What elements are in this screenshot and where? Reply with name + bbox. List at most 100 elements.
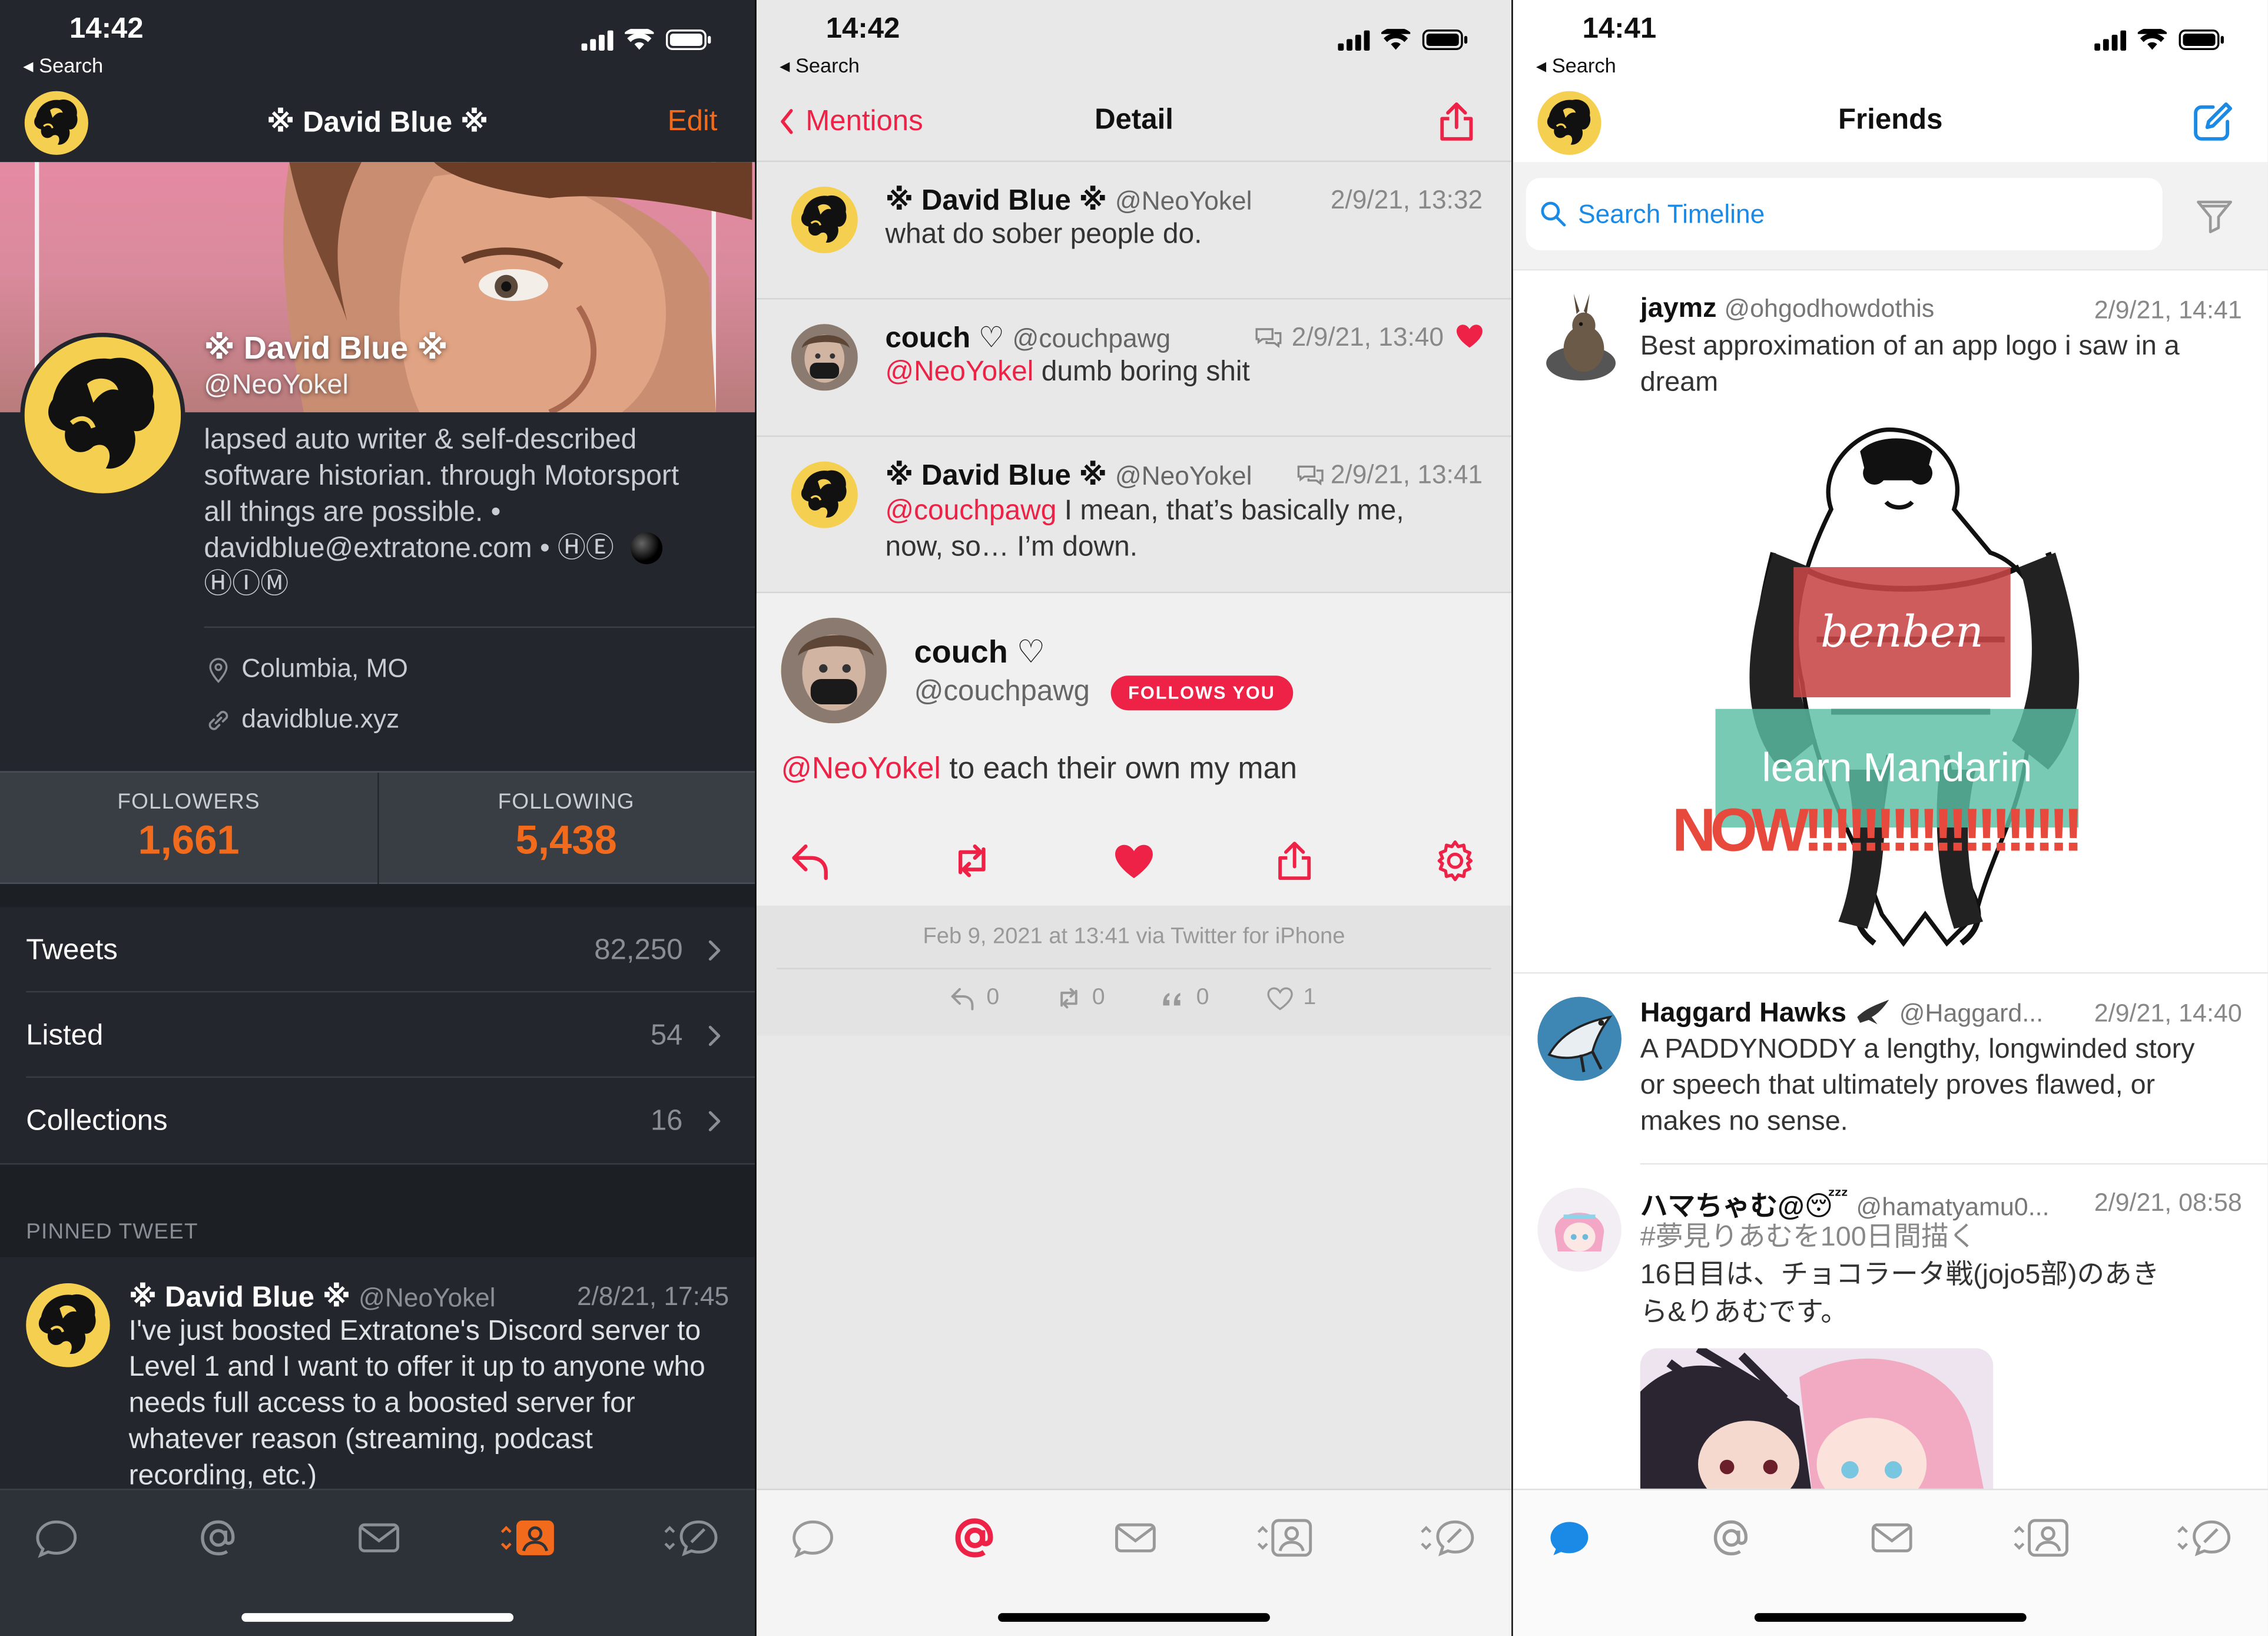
bird-emoji-icon [1854, 997, 1892, 1026]
back-label: Search [795, 53, 860, 77]
tweet-avatar[interactable] [791, 186, 858, 253]
detail-name: couch ♡ [914, 633, 1046, 670]
share-icon[interactable] [1271, 837, 1318, 884]
retweet-icon[interactable] [949, 837, 996, 884]
tab-mentions[interactable] [946, 1514, 1004, 1563]
tab-activity[interactable] [2176, 1514, 2233, 1563]
detail-avatar[interactable] [781, 617, 887, 724]
at-sign-icon [955, 1518, 993, 1558]
status-bar: 14:41 ◂ Search [1513, 0, 2268, 87]
wifi-icon [2138, 29, 2167, 51]
status-bar: 14:42 ◂ Search [757, 0, 1511, 87]
timeline-tweet[interactable]: ハマちゃむ@😴 @hamatyamu0... 2/9/21, 08:58 #夢見… [1513, 1165, 2268, 1508]
nav-bar: Mentions Detail [756, 84, 1512, 163]
page-title: Friends [1838, 104, 1943, 136]
nav-bar: Friends [1513, 84, 2268, 162]
tab-messages[interactable] [1106, 1514, 1164, 1563]
filter-icon[interactable] [2193, 194, 2236, 237]
tab-profile[interactable] [499, 1514, 557, 1563]
wifi-icon [625, 29, 654, 51]
tab-activity[interactable] [662, 1514, 720, 1563]
profile-url[interactable]: davidblue.xyz [204, 704, 399, 735]
compose-icon[interactable] [2190, 98, 2236, 145]
tab-timeline[interactable] [784, 1514, 841, 1563]
reply-icon[interactable] [788, 837, 835, 884]
tab-activity[interactable] [1419, 1514, 1477, 1563]
tweet-time: 2/9/21, 13:40 [1291, 322, 1444, 352]
like-count[interactable]: 1 [1266, 983, 1316, 1012]
status-bar: 14:42 ◂ Search [0, 0, 755, 87]
tab-messages[interactable] [350, 1514, 407, 1563]
envelope-icon [1112, 1515, 1159, 1561]
tab-timeline[interactable] [1540, 1514, 1598, 1563]
chevron-right-icon [706, 1104, 723, 1138]
timeline-tweet[interactable]: jaymz @ohgodhowdothis 2/9/21, 14:41 Best… [1513, 269, 2268, 972]
tweet-text: Best approximation of an app logo i saw … [1640, 331, 2180, 398]
page-title: Detail [1095, 104, 1173, 136]
search-input[interactable]: Search Timeline [1526, 178, 2163, 250]
battery-icon [2179, 29, 2225, 51]
tweet-avatar[interactable] [1537, 293, 1622, 386]
now-label: NOW!!!!!!!!!!!!!!!!!!! [1672, 796, 2084, 864]
reply-count[interactable]: 0 [949, 983, 999, 1012]
tweet-avatar[interactable] [791, 324, 858, 391]
followers-stat[interactable]: FOLLOWERS 1,661 [0, 790, 377, 863]
detail-screen: 14:42 ◂ Search Mentions Detail ※ David B… [756, 0, 1512, 1636]
back-to-search[interactable]: ◂ Search [1536, 54, 1616, 78]
heart-outline-icon [1266, 983, 1295, 1012]
share-icon[interactable] [1433, 98, 1480, 145]
hashtag[interactable]: #夢見りあむを100日間描く [1640, 1220, 2160, 1257]
conversation-tweet[interactable]: ※ David Blue ※ @NeoYokel 2/9/21, 13:41 @… [756, 437, 1512, 594]
chat-slash-icon [662, 1514, 720, 1563]
following-stat[interactable]: FOLLOWING 5,438 [377, 790, 755, 863]
edit-button[interactable]: Edit [668, 105, 718, 139]
conversation-tweet[interactable]: couch ♡ @couchpawg 2/9/21, 13:40 @NeoYok… [756, 300, 1512, 437]
tweet-image[interactable] [1640, 1348, 1994, 1508]
retweet-count[interactable]: 0 [1055, 983, 1105, 1012]
list-item-collections[interactable]: Collections 16 [26, 1078, 755, 1163]
tweet-time: 2/9/21, 08:58 [2094, 1187, 2242, 1217]
like-heart-icon[interactable] [1111, 837, 1158, 884]
tweet-avatar[interactable] [791, 461, 858, 528]
black-circle-emoji [630, 532, 662, 565]
tweet-avatar[interactable] [1537, 1187, 1622, 1272]
tab-messages[interactable] [1863, 1514, 1921, 1563]
conversation-tweet[interactable]: ※ David Blue ※ @NeoYokel 2/9/21, 13:32 w… [756, 162, 1512, 300]
wifi-icon [1381, 29, 1410, 51]
list-item-tweets[interactable]: Tweets 82,250 [26, 907, 755, 993]
profile-avatar[interactable] [20, 333, 185, 498]
tab-mentions[interactable] [1702, 1514, 1760, 1563]
tweet-avatar[interactable] [1537, 996, 1622, 1081]
at-sign-icon [195, 1515, 242, 1561]
back-to-search[interactable]: ◂ Search [780, 54, 860, 78]
home-indicator [1754, 1613, 2027, 1622]
detail-tweet: couch ♡ @couchpawg FOLLOWS YOU @NeoYokel… [756, 593, 1512, 906]
speech-bubble-icon [34, 1515, 80, 1561]
tab-profile[interactable] [2012, 1514, 2070, 1563]
location-pin-icon [204, 655, 233, 684]
signal-icon [2094, 29, 2126, 49]
reply-icon [949, 983, 978, 1012]
tweet-avatar[interactable] [26, 1283, 110, 1367]
back-to-search[interactable]: ◂ Search [23, 54, 103, 78]
tab-mentions[interactable] [190, 1514, 247, 1563]
tab-profile[interactable] [1255, 1514, 1313, 1563]
tab-bar [756, 1488, 1512, 1636]
timeline-tweet[interactable]: Haggard Hawks @Haggard... 2/9/21, 14:40 … [1513, 972, 2268, 1163]
quote-count[interactable]: 0 [1159, 983, 1209, 1012]
search-bar-area: Search Timeline [1513, 162, 2268, 269]
speech-bubble-icon [790, 1515, 836, 1561]
conversation-icon [1295, 459, 1327, 491]
tab-timeline[interactable] [28, 1514, 85, 1563]
at-sign-icon [1708, 1515, 1755, 1561]
profile-icon [1255, 1514, 1313, 1563]
pinned-tweet[interactable]: ※ David Blue ※ @NeoYokel 2/8/21, 17:45 I… [0, 1257, 755, 1492]
profile-handle: @NeoYokel [204, 370, 349, 401]
list-item-listed[interactable]: Listed 54 [26, 992, 755, 1078]
tab-bar [0, 1488, 755, 1636]
gear-icon[interactable] [1432, 837, 1478, 884]
tweet-time: 2/9/21, 14:41 [2094, 295, 2242, 324]
envelope-icon [1869, 1515, 1915, 1561]
tweet-time: 2/8/21, 17:45 [576, 1281, 730, 1311]
tweet-image[interactable]: benben learn Mandarin NOW!!!!!!!!!!!!!!!… [1672, 422, 2186, 951]
